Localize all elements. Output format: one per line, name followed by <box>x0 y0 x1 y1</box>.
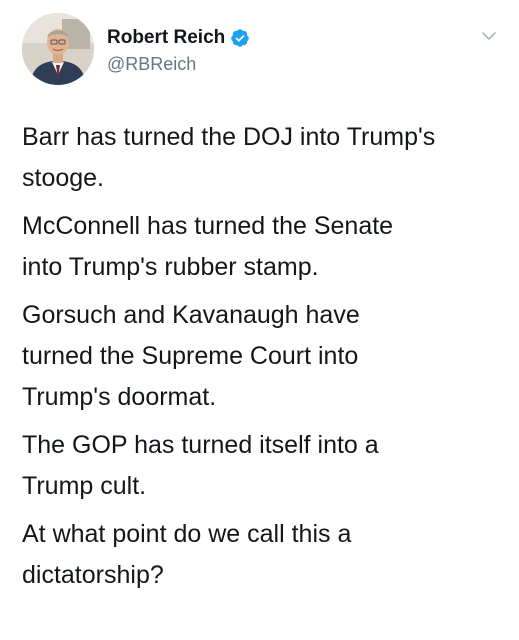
display-name[interactable]: Robert Reich <box>107 26 225 50</box>
tweet-paragraph: The GOP has turned itself into a Trump c… <box>22 431 379 500</box>
tweet-header: Robert Reich @RBReich <box>22 13 502 87</box>
chevron-down-icon[interactable] <box>480 27 498 45</box>
user-handle[interactable]: @RBReich <box>107 52 250 76</box>
avatar-image <box>22 13 94 85</box>
author-info: Robert Reich @RBReich <box>107 26 250 76</box>
tweet-paragraph: At what point do we call this a dictator… <box>22 520 352 589</box>
verified-badge-icon <box>230 28 250 48</box>
tweet-paragraph: McConnell has turned the Senate into Tru… <box>22 212 394 281</box>
name-row: Robert Reich <box>107 26 250 50</box>
avatar[interactable] <box>22 13 94 85</box>
tweet-paragraph: Gorsuch and Kavanaugh have turned the Su… <box>22 301 360 411</box>
tweet-paragraph: Barr has turned the DOJ into Trump's sto… <box>22 123 436 192</box>
tweet-text: Barr has turned the DOJ into Trump's sto… <box>22 117 502 603</box>
